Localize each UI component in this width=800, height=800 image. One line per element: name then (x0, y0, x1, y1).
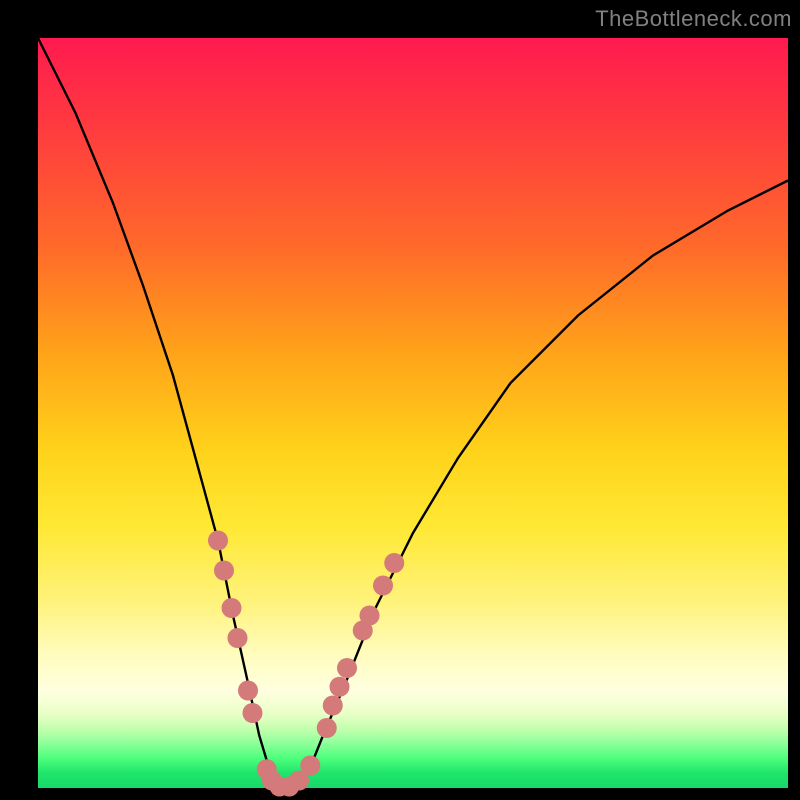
data-marker (238, 681, 258, 701)
data-marker (373, 576, 393, 596)
data-marker (300, 756, 320, 776)
data-marker (360, 606, 380, 626)
data-marker (228, 628, 248, 648)
data-marker (243, 703, 263, 723)
chart-container: TheBottleneck.com (0, 0, 800, 800)
data-marker (337, 658, 357, 678)
plot-area (38, 38, 788, 788)
watermark-label: TheBottleneck.com (595, 6, 792, 32)
data-marker (208, 531, 228, 551)
data-marker (317, 718, 337, 738)
marker-group (208, 531, 404, 797)
data-marker (330, 677, 350, 697)
data-marker (323, 696, 343, 716)
data-marker (384, 553, 404, 573)
data-marker (222, 598, 242, 618)
data-marker (214, 561, 234, 581)
bottleneck-curve (38, 38, 788, 788)
chart-svg (38, 38, 788, 788)
